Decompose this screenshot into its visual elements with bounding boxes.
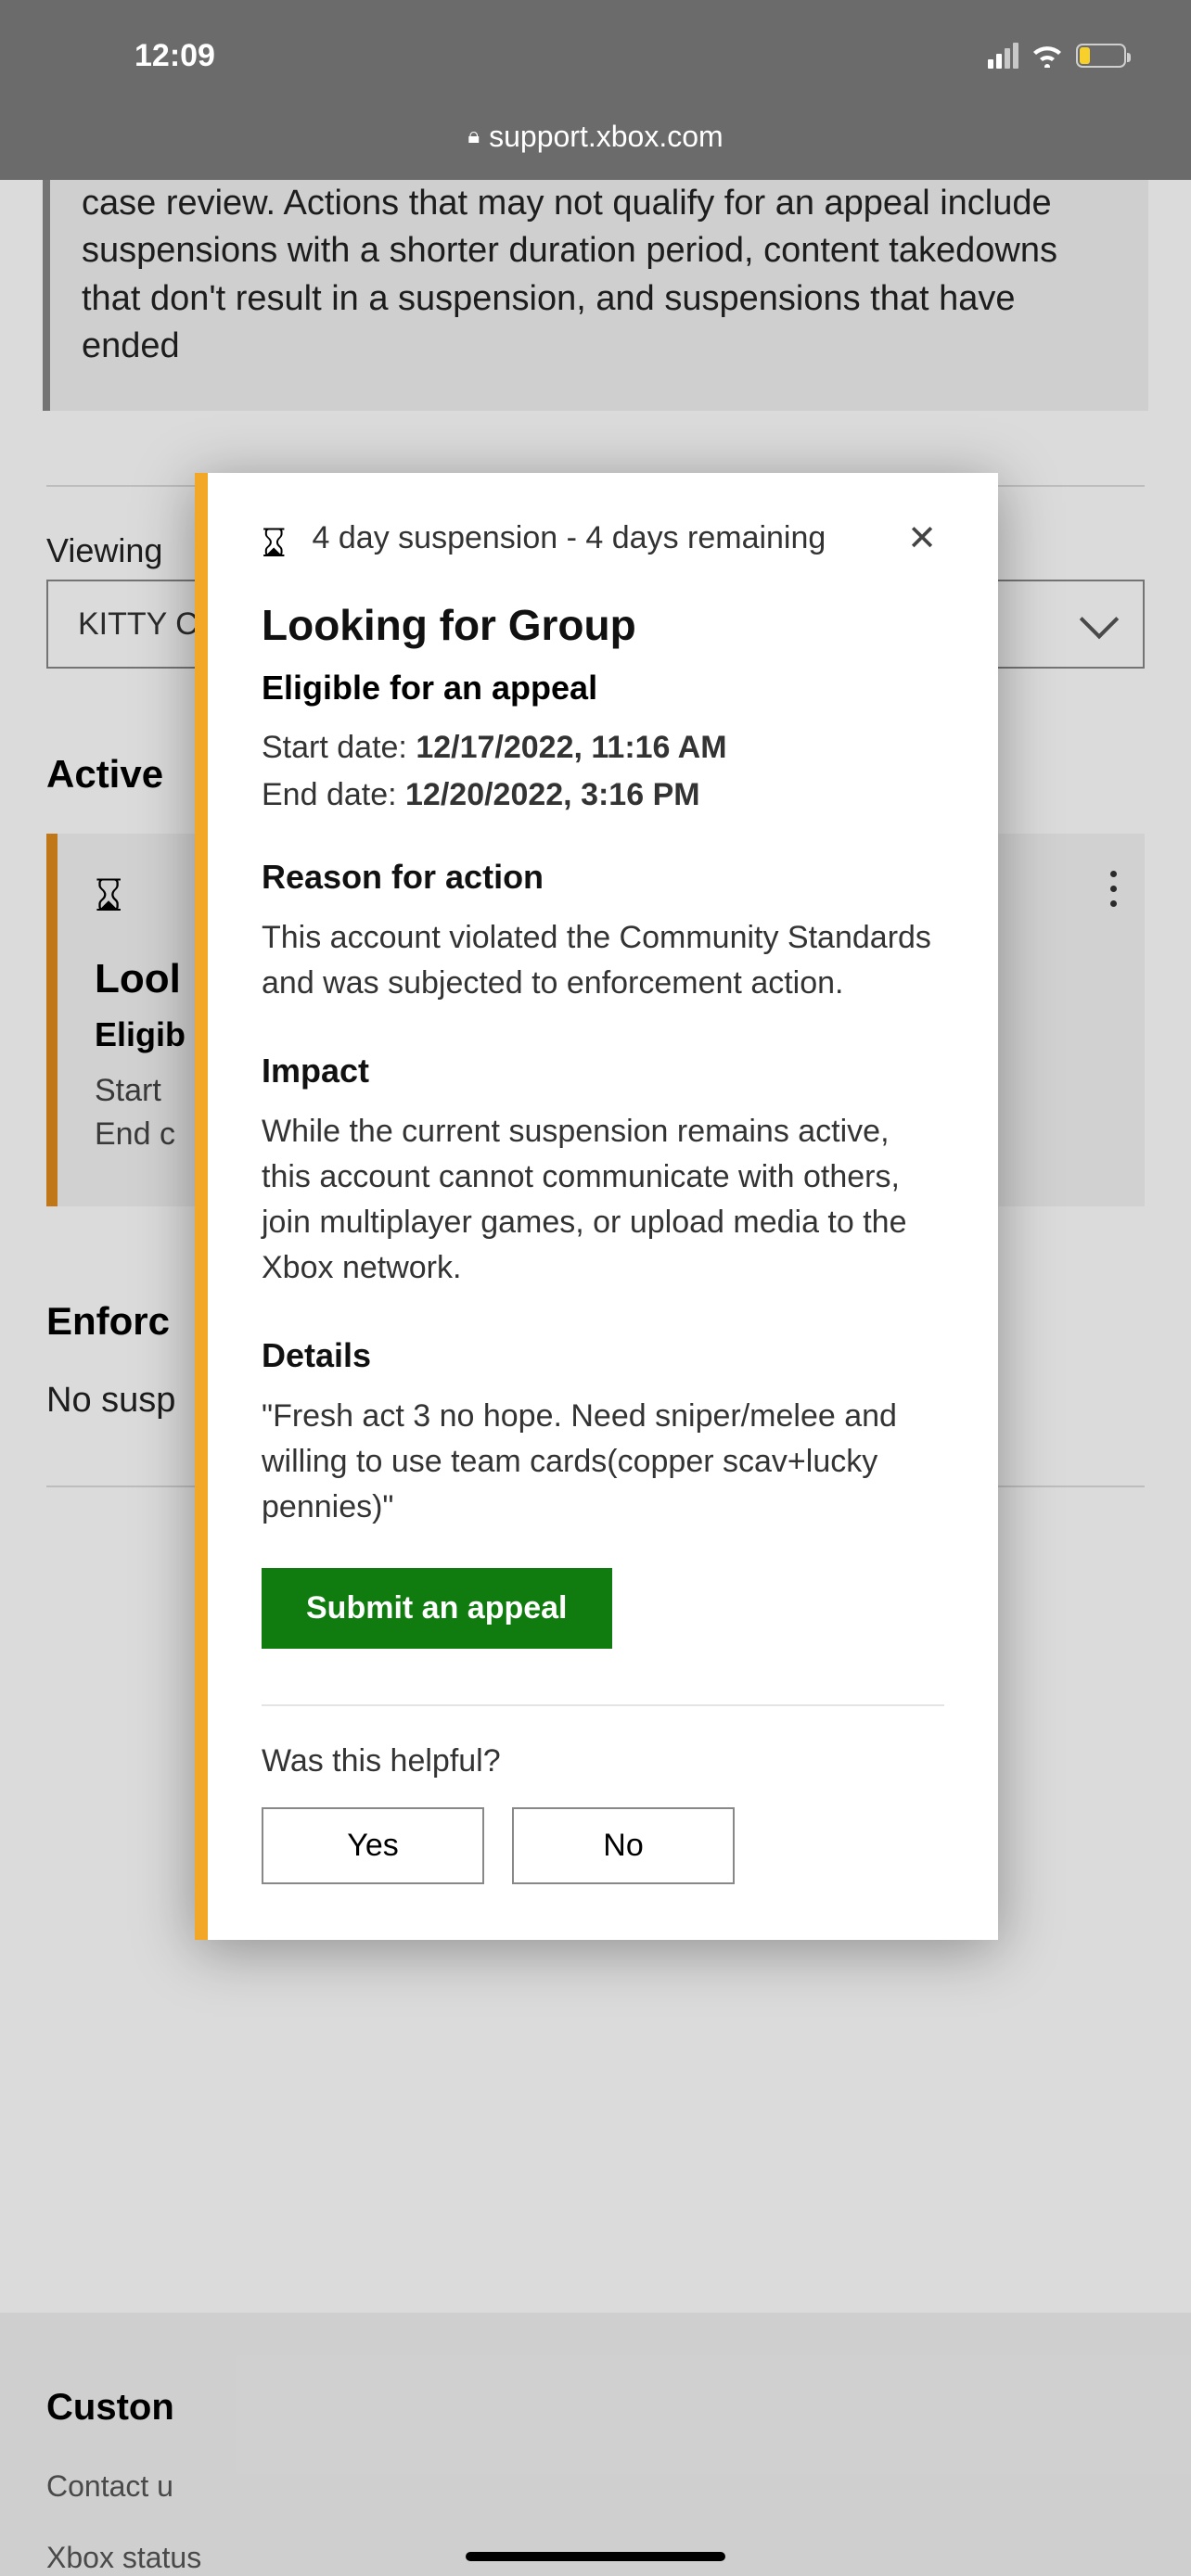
impact-heading: Impact xyxy=(262,1052,944,1090)
ios-status-bar: 12:09 xyxy=(0,0,1191,93)
modal-header-text: 4 day suspension - 4 days remaining xyxy=(313,517,875,560)
reason-text: This account violated the Community Stan… xyxy=(262,915,944,1007)
end-date: End date: 12/20/2022, 3:16 PM xyxy=(262,777,944,813)
helpful-yes-button[interactable]: Yes xyxy=(262,1807,484,1884)
reason-heading: Reason for action xyxy=(262,858,944,897)
impact-text: While the current suspension remains act… xyxy=(262,1109,944,1292)
battery-icon xyxy=(1076,44,1126,68)
details-heading: Details xyxy=(262,1336,944,1375)
status-icons xyxy=(988,43,1126,69)
hourglass-icon: ⌛︎ xyxy=(262,521,287,567)
details-text: "Fresh act 3 no hope. Need sniper/melee … xyxy=(262,1394,944,1531)
browser-url-bar[interactable]: 🔒︎ support.xbox.com xyxy=(0,93,1191,180)
suspension-detail-modal: ⌛︎ 4 day suspension - 4 days remaining ✕… xyxy=(195,473,998,1940)
submit-appeal-button[interactable]: Submit an appeal xyxy=(262,1568,612,1649)
helpful-no-button[interactable]: No xyxy=(512,1807,735,1884)
close-button[interactable]: ✕ xyxy=(900,517,944,560)
clock-time: 12:09 xyxy=(134,38,215,74)
cellular-signal-icon xyxy=(988,43,1018,69)
divider xyxy=(262,1704,944,1706)
modal-subtitle: Eligible for an appeal xyxy=(262,669,944,708)
home-indicator[interactable] xyxy=(466,2552,725,2561)
wifi-icon xyxy=(1031,44,1063,68)
url-text: support.xbox.com xyxy=(489,120,724,154)
lock-icon: 🔒︎ xyxy=(467,123,480,149)
start-date: Start date: 12/17/2022, 11:16 AM xyxy=(262,730,944,766)
modal-title: Looking for Group xyxy=(262,600,944,650)
helpful-question: Was this helpful? xyxy=(262,1743,944,1779)
